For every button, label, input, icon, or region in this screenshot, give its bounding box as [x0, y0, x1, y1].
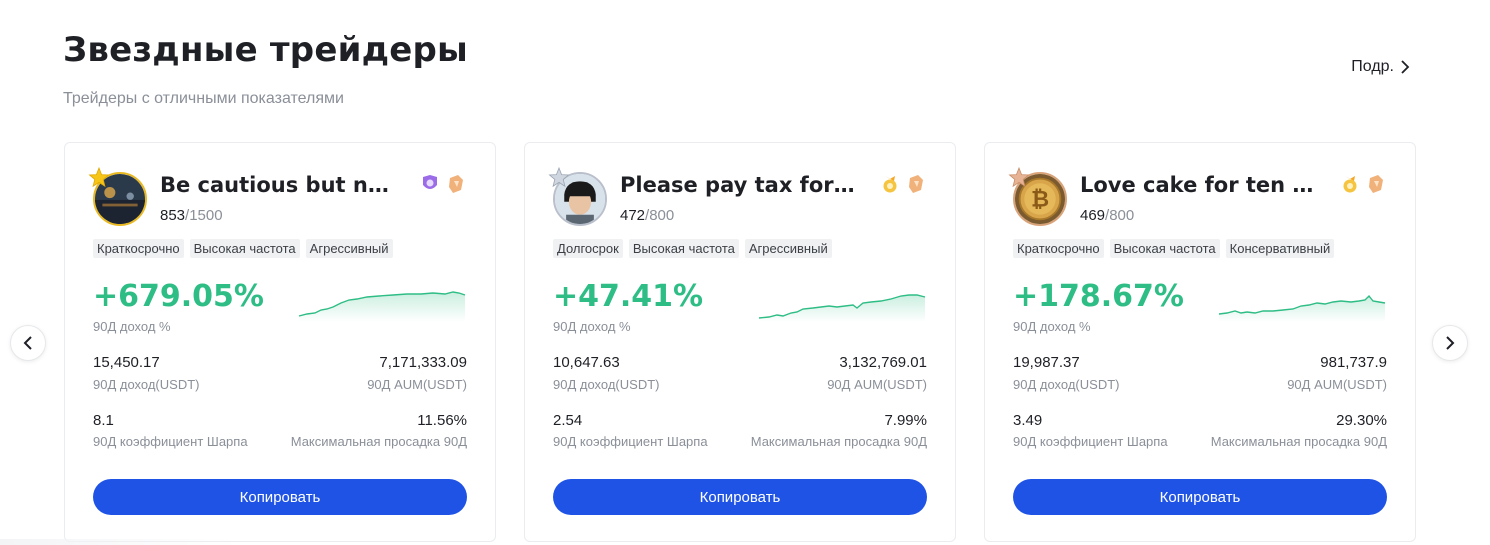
- trader-name[interactable]: Love cake for ten t...: [1080, 173, 1315, 197]
- gold-rank-badge-icon: [1343, 176, 1357, 193]
- roi-label: 90Д доход %: [553, 319, 631, 334]
- sharpe-value: 3.49: [1013, 412, 1043, 429]
- pnl-sparkline: [298, 291, 466, 322]
- trader-card[interactable]: Be cautious but no... 853/1500 Краткосро…: [64, 142, 496, 542]
- roi-value: +178.67%: [1013, 279, 1184, 314]
- chevron-right-icon: [1401, 60, 1410, 74]
- more-link-label: Подр.: [1351, 58, 1394, 75]
- trader-name[interactable]: Please pay tax for ...: [620, 173, 855, 197]
- followers-count: 469/800: [1080, 207, 1134, 224]
- sharpe-value: 8.1: [93, 412, 114, 429]
- roi-value: +47.41%: [553, 279, 704, 314]
- aum-value: 7,171,333.09: [379, 354, 467, 371]
- section-subtitle: Трейдеры с отличными показателями: [63, 90, 344, 107]
- strategy-tag: Высокая частота: [628, 239, 739, 258]
- chevron-right-icon: [1446, 336, 1455, 350]
- max-drawdown-value: 11.56%: [417, 412, 467, 429]
- followers-current: 472: [620, 207, 646, 224]
- pnl-sparkline: [758, 294, 926, 322]
- max-drawdown-label: Максимальная просадка 90Д: [290, 434, 467, 449]
- star-bronze-icon: [1008, 166, 1030, 188]
- pnl-sparkline: [1218, 294, 1386, 322]
- followers-count: 853/1500: [160, 207, 223, 224]
- strategy-tag: Консервативный: [1225, 239, 1335, 258]
- copy-button[interactable]: Копировать: [93, 479, 467, 515]
- avatar[interactable]: [88, 166, 147, 226]
- orange-shield-badge-icon: [1369, 175, 1383, 193]
- strategy-tags: Краткосрочно Высокая частота Консерватив…: [1013, 239, 1335, 258]
- aum-label: 90Д AUM(USDT): [1287, 377, 1387, 392]
- strategy-tag: Высокая частота: [1109, 239, 1220, 258]
- followers-count: 472/800: [620, 207, 674, 224]
- aum-label: 90Д AUM(USDT): [827, 377, 927, 392]
- svg-text:₿: ₿: [1031, 186, 1049, 212]
- section-header: Звездные трейдеры Трейдеры с отличными п…: [63, 30, 468, 108]
- chevron-left-icon: [23, 336, 32, 350]
- trader-header: Please pay tax for ... 472/800: [548, 166, 927, 229]
- trader-card[interactable]: Please pay tax for ... 472/800 Долгосрок…: [524, 142, 956, 542]
- roi-value: +679.05%: [93, 279, 264, 314]
- strategy-tags: Долгосрок Высокая частота Агрессивный: [553, 239, 832, 258]
- max-drawdown-value: 29.30%: [1336, 412, 1387, 429]
- more-link[interactable]: Подр.: [1351, 58, 1410, 76]
- footer-fade: [0, 539, 240, 545]
- pnl-label: 90Д доход(USDT): [553, 377, 660, 392]
- star-silver-icon: [548, 166, 570, 188]
- purple-rank-badge-icon: [423, 175, 437, 189]
- copy-button[interactable]: Копировать: [553, 479, 927, 515]
- followers-max: /800: [1105, 207, 1135, 224]
- avatar[interactable]: [548, 166, 607, 226]
- followers-max: /800: [645, 207, 675, 224]
- followers-max: /1500: [185, 207, 223, 224]
- sharpe-label: 90Д коэффициент Шарпа: [553, 434, 708, 449]
- max-drawdown-value: 7.99%: [884, 412, 927, 429]
- pnl-label: 90Д доход(USDT): [93, 377, 200, 392]
- carousel-next-button[interactable]: [1432, 325, 1468, 361]
- copy-button[interactable]: Копировать: [1013, 479, 1387, 515]
- gold-rank-badge-icon: [883, 176, 897, 193]
- pnl-value: 19,987.37: [1013, 354, 1080, 371]
- strategy-tag: Агрессивный: [744, 239, 832, 258]
- max-drawdown-label: Максимальная просадка 90Д: [750, 434, 927, 449]
- pnl-value: 15,450.17: [93, 354, 160, 371]
- strategy-tag: Краткосрочно: [1013, 239, 1104, 258]
- strategy-tag: Долгосрок: [553, 239, 623, 258]
- trader-cards: Be cautious but no... 853/1500 Краткосро…: [64, 142, 1416, 542]
- aum-label: 90Д AUM(USDT): [367, 377, 467, 392]
- strategy-tag: Краткосрочно: [93, 239, 184, 258]
- strategy-tag: Агрессивный: [305, 239, 393, 258]
- roi-label: 90Д доход %: [1013, 319, 1091, 334]
- pnl-value: 10,647.63: [553, 354, 620, 371]
- trader-name[interactable]: Be cautious but no...: [160, 173, 395, 197]
- sharpe-label: 90Д коэффициент Шарпа: [93, 434, 248, 449]
- aum-value: 3,132,769.01: [839, 354, 927, 371]
- carousel-prev-button[interactable]: [10, 325, 46, 361]
- followers-current: 853: [160, 207, 186, 224]
- pnl-label: 90Д доход(USDT): [1013, 377, 1120, 392]
- followers-current: 469: [1080, 207, 1106, 224]
- aum-value: 981,737.9: [1320, 354, 1387, 371]
- strategy-tags: Краткосрочно Высокая частота Агрессивный: [93, 239, 393, 258]
- strategy-tag: Высокая частота: [189, 239, 300, 258]
- orange-shield-badge-icon: [449, 175, 463, 193]
- trader-header: Be cautious but no... 853/1500: [88, 166, 467, 229]
- avatar[interactable]: ₿: [1008, 166, 1067, 226]
- roi-label: 90Д доход %: [93, 319, 171, 334]
- star-gold-icon: [88, 166, 110, 188]
- trader-header: ₿ Love cake for ten t... 469/800: [1008, 166, 1387, 229]
- sharpe-label: 90Д коэффициент Шарпа: [1013, 434, 1168, 449]
- orange-shield-badge-icon: [909, 175, 923, 193]
- sharpe-value: 2.54: [553, 412, 583, 429]
- section-title: Звездные трейдеры: [63, 30, 469, 70]
- max-drawdown-label: Максимальная просадка 90Д: [1210, 434, 1387, 449]
- trader-card[interactable]: ₿ Love cake for ten t... 469/800 Краткос…: [984, 142, 1416, 542]
